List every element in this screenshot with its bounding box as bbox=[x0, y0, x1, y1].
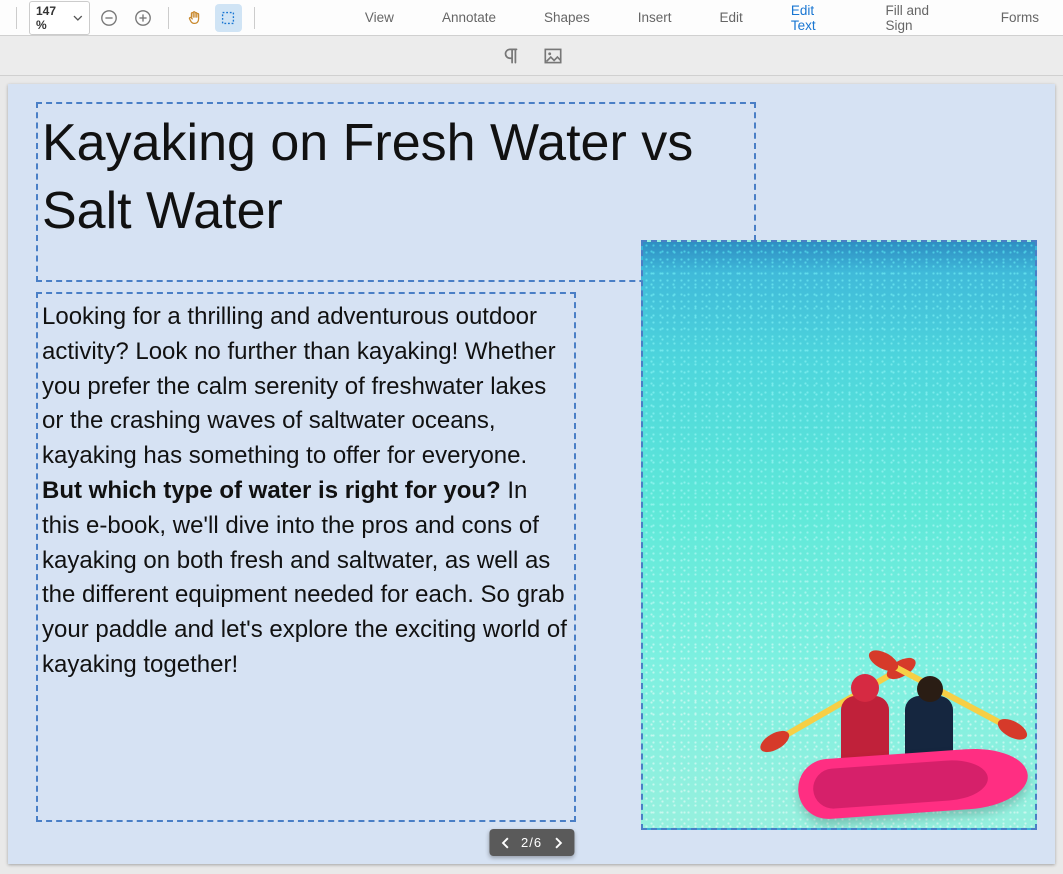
page-navigator: 2/6 bbox=[489, 829, 574, 856]
left-tool-group: 147 % bbox=[0, 0, 261, 35]
menu-forms[interactable]: Forms bbox=[977, 0, 1063, 35]
hand-tool-button[interactable] bbox=[181, 4, 208, 32]
next-page-button[interactable] bbox=[552, 837, 564, 849]
body-text-bold: But which type of water is right for you… bbox=[42, 477, 501, 504]
divider bbox=[254, 7, 255, 29]
select-icon bbox=[219, 9, 237, 27]
water-sparkle bbox=[643, 242, 1035, 828]
paragraph-icon bbox=[500, 45, 522, 67]
prev-page-button[interactable] bbox=[499, 837, 511, 849]
main-toolbar: 147 % View Annotate Shapes Insert Edit E… bbox=[0, 0, 1063, 36]
total-pages: 6 bbox=[534, 835, 542, 850]
body-text-before: Looking for a thrilling and adventurous … bbox=[42, 303, 556, 469]
select-tool-button[interactable] bbox=[215, 4, 242, 32]
body-text-after: In this e-book, we'll dive into the pros… bbox=[42, 477, 567, 678]
body-text-box[interactable]: Looking for a thrilling and adventurous … bbox=[36, 292, 576, 822]
image-icon bbox=[542, 45, 564, 67]
menu-view[interactable]: View bbox=[341, 0, 418, 35]
menu-insert[interactable]: Insert bbox=[614, 0, 696, 35]
zoom-level-dropdown[interactable]: 147 % bbox=[29, 1, 90, 35]
divider bbox=[168, 7, 169, 29]
menu-annotate[interactable]: Annotate bbox=[418, 0, 520, 35]
zoom-in-icon bbox=[134, 9, 152, 27]
chevron-down-icon bbox=[73, 13, 83, 23]
current-page: 2 bbox=[521, 835, 529, 850]
zoom-level-value: 147 % bbox=[36, 4, 69, 32]
sub-toolbar bbox=[0, 36, 1063, 76]
menu-edit[interactable]: Edit bbox=[696, 0, 767, 35]
zoom-in-button[interactable] bbox=[129, 4, 156, 32]
image-box[interactable] bbox=[641, 240, 1037, 830]
menu-item-group: View Annotate Shapes Insert Edit Edit Te… bbox=[341, 0, 1063, 35]
document-canvas[interactable]: Kayaking on Fresh Water vs Salt Water Lo… bbox=[0, 76, 1063, 874]
menu-fill-and-sign[interactable]: Fill and Sign bbox=[861, 0, 976, 35]
document-page: Kayaking on Fresh Water vs Salt Water Lo… bbox=[8, 84, 1055, 864]
image-tool-button[interactable] bbox=[542, 45, 564, 67]
hand-icon bbox=[186, 9, 204, 27]
title-text: Kayaking on Fresh Water vs Salt Water bbox=[42, 114, 693, 240]
menu-edit-text[interactable]: Edit Text bbox=[767, 0, 862, 35]
menu-shapes[interactable]: Shapes bbox=[520, 0, 614, 35]
zoom-out-icon bbox=[100, 9, 118, 27]
zoom-out-button[interactable] bbox=[96, 4, 123, 32]
divider bbox=[16, 7, 17, 29]
paragraph-tool-button[interactable] bbox=[500, 45, 522, 67]
page-indicator: 2/6 bbox=[521, 835, 542, 850]
